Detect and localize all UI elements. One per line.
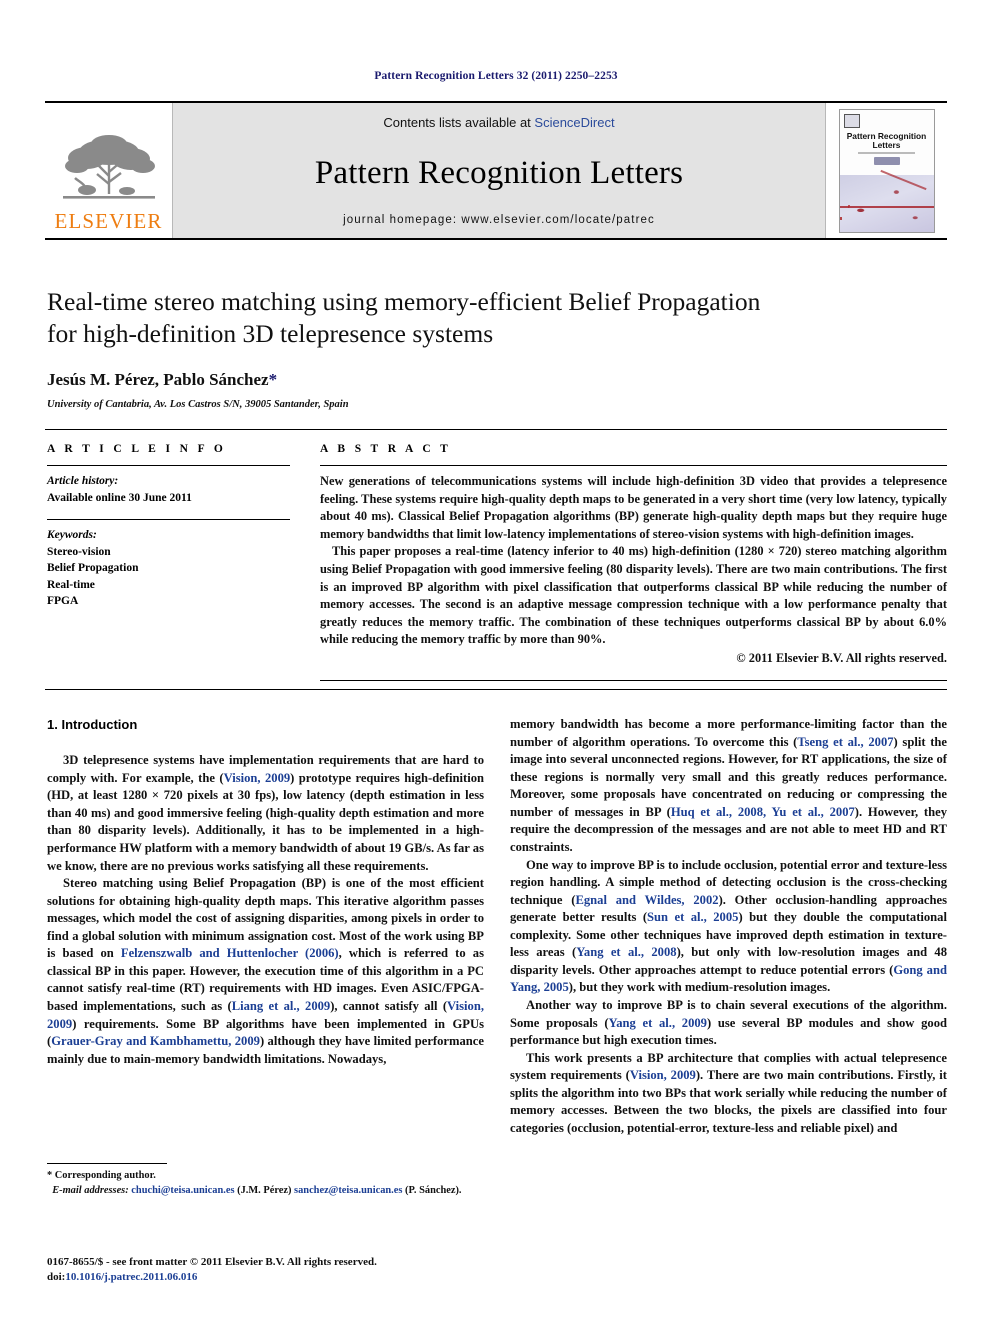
citation-link[interactable]: Vision, 2009: [224, 771, 291, 785]
citation-link[interactable]: Tseng et al., 2007: [797, 735, 893, 749]
contents-prefix: Contents lists available at: [383, 115, 535, 130]
author-list: Jesús M. Pérez, Pablo Sánchez*: [47, 370, 927, 390]
keywords-block: Keywords: Stereo-vision Belief Propagati…: [47, 519, 290, 609]
cover-artwork: [839, 175, 934, 232]
body-paragraph: Stereo matching using Belief Propagation…: [47, 875, 484, 1068]
citation-link[interactable]: Yang et al., 2009: [609, 1016, 707, 1030]
body-paragraph: memory bandwidth has become a more perfo…: [510, 716, 947, 857]
cover-title-line2: Letters: [872, 139, 901, 150]
elsevier-wordmark: ELSEVIER: [54, 209, 163, 233]
running-head: Pattern Recognition Letters 32 (2011) 22…: [374, 70, 618, 82]
imprint-block: 0167-8655/$ - see front matter © 2011 El…: [47, 1255, 547, 1286]
body-paragraph: 3D telepresence systems have implementat…: [47, 752, 484, 875]
keyword-item: Belief Propagation: [47, 562, 139, 575]
email-owner-2: (P. Sánchez).: [405, 1184, 462, 1196]
sciencedirect-link[interactable]: ScienceDirect: [534, 115, 614, 130]
paper-title-line1: Real-time stereo matching using memory-e…: [47, 287, 761, 316]
email-label: E-mail addresses:: [52, 1184, 129, 1196]
citation-link[interactable]: Vision, 2009: [630, 1068, 696, 1082]
body-column-right: memory bandwidth has become a more perfo…: [510, 716, 947, 1138]
author-names: Jesús M. Pérez, Pablo Sánchez: [47, 370, 269, 390]
masthead-center: Contents lists available at ScienceDirec…: [173, 103, 825, 238]
body-column-left: 1. Introduction 3D telepresence systems …: [47, 716, 484, 1068]
article-info-heading: A R T I C L E I N F O: [47, 443, 227, 455]
abstract-body: New generations of telecommunications sy…: [320, 473, 947, 668]
text-run: ), cannot satisfy all (: [330, 999, 448, 1013]
doi-link[interactable]: 10.1016/j.patrec.2011.06.016: [65, 1271, 197, 1283]
body-paragraph: This work presents a BP architecture tha…: [510, 1050, 947, 1138]
abstract-copyright: © 2011 Elsevier B.V. All rights reserved…: [736, 651, 947, 666]
journal-masthead: ELSEVIER Contents lists available at Sci…: [45, 101, 947, 240]
email-link-2[interactable]: sanchez@teisa.unican.es: [294, 1185, 402, 1196]
article-info-divider-2: [47, 519, 290, 521]
doi-line: doi:10.1016/j.patrec.2011.06.016: [47, 1270, 547, 1285]
title-block: Real-time stereo matching using memory-e…: [47, 286, 927, 410]
keywords-label: Keywords:: [47, 529, 97, 542]
journal-homepage[interactable]: journal homepage: www.elsevier.com/locat…: [343, 214, 655, 226]
paper-title-line2: for high-definition 3D telepresence syst…: [47, 319, 494, 349]
email-link-1[interactable]: chuchi@teisa.unican.es: [131, 1185, 234, 1196]
email-owner-1: (J.M. Pérez): [237, 1184, 292, 1196]
text-run: ), but they work with medium-resolution …: [568, 980, 831, 995]
text-run: ) prototype requires high-definition (HD…: [47, 770, 485, 873]
body-paragraph: One way to improve BP is to include occl…: [510, 857, 947, 998]
keyword-item: Real-time: [47, 578, 95, 591]
abstract-bottom-divider: [320, 680, 947, 681]
cover-society-logo-icon: [873, 157, 900, 166]
article-history-label: Article history:: [47, 475, 119, 487]
journal-title: Pattern Recognition Letters: [314, 154, 684, 191]
affiliation: University of Cantabria, Av. Los Castros…: [47, 399, 349, 411]
abstract-block: A B S T R A C T New generations of telec…: [320, 443, 947, 668]
abstract-divider: [320, 465, 947, 466]
footnote-block: * Corresponding author. E-mail addresses…: [47, 1163, 484, 1199]
corresponding-author-note: * Corresponding author.: [47, 1170, 156, 1181]
elsevier-tree-icon: [62, 135, 155, 199]
body-top-divider: [45, 689, 947, 690]
article-history-value: Available online 30 June 2011: [47, 491, 192, 504]
citation-link[interactable]: Yang et al., 2008: [576, 945, 676, 959]
corresponding-author-marker: *: [268, 370, 278, 390]
citation-link[interactable]: Liang et al., 2009: [232, 999, 331, 1013]
citation-link[interactable]: Egnal and Wildes, 2002: [575, 893, 718, 907]
elsevier-logo: ELSEVIER: [45, 103, 173, 238]
keyword-item: FPGA: [47, 595, 79, 607]
issn-line: 0167-8655/$ - see front matter © 2011 El…: [47, 1256, 377, 1268]
info-top-divider: [45, 429, 947, 430]
contents-list-line: Contents lists available at ScienceDirec…: [383, 115, 614, 130]
abstract-paragraph: This paper proposes a real-time (latency…: [320, 544, 947, 647]
section-heading-introduction: 1. Introduction: [47, 717, 138, 732]
email-note: E-mail addresses: chuchi@teisa.unican.es…: [47, 1184, 484, 1199]
doi-label: doi:: [47, 1271, 66, 1284]
paper-page: Pattern Recognition Letters 32 (2011) 22…: [0, 0, 992, 1323]
body-paragraph: Another way to improve BP is to chain se…: [510, 997, 947, 1050]
citation-link[interactable]: Grauer-Gray and Kambhamettu, 2009: [51, 1034, 260, 1048]
article-info-block: A R T I C L E I N F O Article history: A…: [47, 443, 290, 609]
article-info-divider-1: [47, 465, 290, 466]
citation-link[interactable]: Huq et al., 2008, Yu et al., 2007: [671, 805, 855, 819]
citation-link[interactable]: Sun et al., 2005: [647, 910, 738, 924]
footnote-divider: [47, 1163, 167, 1164]
cover-publisher-badge-icon: [843, 113, 860, 128]
keyword-item: Stereo-vision: [47, 546, 111, 559]
abstract-heading: A B S T R A C T: [320, 443, 452, 455]
journal-cover-thumbnail: Pattern Recognition Letters: [825, 103, 947, 238]
cover-subtitle-rule: [858, 152, 915, 155]
page-title: Real-time stereo matching using memory-e…: [47, 286, 927, 350]
abstract-paragraph: New generations of telecommunications sy…: [320, 474, 947, 541]
citation-link[interactable]: Felzenszwalb and Huttenlocher (2006): [121, 946, 339, 960]
